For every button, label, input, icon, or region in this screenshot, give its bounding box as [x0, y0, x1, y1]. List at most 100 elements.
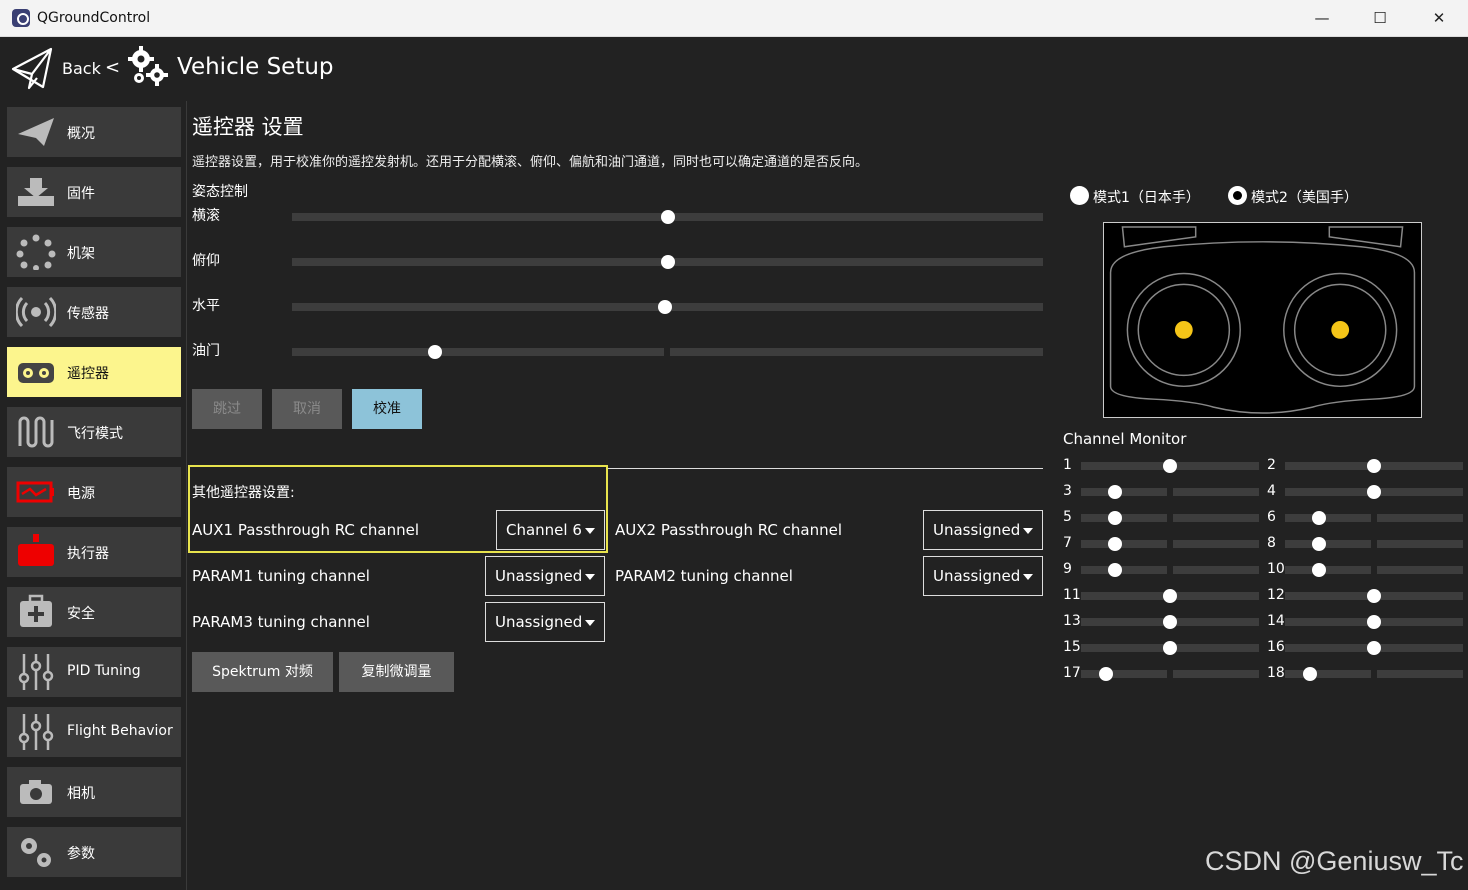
channel-row: 3 — [1063, 483, 1263, 500]
channel-track — [1081, 462, 1167, 470]
param1-label: PARAM1 tuning channel — [192, 567, 370, 585]
channel-track — [1377, 644, 1463, 652]
param3-channel-select[interactable]: Unassigned — [485, 602, 605, 642]
channel-number: 10 — [1267, 561, 1285, 577]
transmitter-graphic — [1103, 222, 1422, 418]
channel-track — [1173, 462, 1259, 470]
radio-circle-icon — [1070, 186, 1089, 205]
sidebar-item-power[interactable]: 电源 — [7, 467, 181, 517]
firmware-download-icon — [18, 178, 54, 206]
channel-row: 2 — [1267, 457, 1467, 474]
channel-number: 14 — [1267, 613, 1285, 629]
pitch-slider — [292, 255, 1043, 269]
channel-track — [1285, 462, 1371, 470]
channel-value-knob — [1367, 641, 1381, 655]
channel-number: 7 — [1063, 535, 1072, 551]
aux1-label: AUX1 Passthrough RC channel — [192, 521, 419, 539]
param3-label: PARAM3 tuning channel — [192, 613, 370, 631]
cancel-button[interactable]: 取消 — [272, 389, 342, 429]
channel-track — [1377, 488, 1463, 496]
sidebar-item-radio[interactable]: 遥控器 — [7, 347, 181, 397]
channel-number: 4 — [1267, 483, 1276, 499]
channel-row: 10 — [1267, 561, 1467, 578]
channel-track — [1081, 644, 1167, 652]
sidebar-item-pid-tuning[interactable]: PID Tuning — [7, 647, 181, 697]
channel-number: 6 — [1267, 509, 1276, 525]
skip-button[interactable]: 跳过 — [192, 389, 262, 429]
calibrate-button[interactable]: 校准 — [352, 389, 422, 429]
chevron-down-icon — [585, 620, 595, 626]
channel-track — [1285, 488, 1371, 496]
flight-modes-icon — [18, 416, 54, 448]
channel-row: 17 — [1063, 665, 1263, 682]
sidebar-item-flight-modes[interactable]: 飞行模式 — [7, 407, 181, 457]
paper-plane-logo-icon[interactable] — [10, 45, 54, 91]
channel-number: 17 — [1063, 665, 1081, 681]
maximize-button[interactable]: ☐ — [1357, 4, 1403, 32]
channel-value-knob — [1107, 511, 1122, 525]
spektrum-bind-button[interactable]: Spektrum 对频 — [192, 652, 333, 692]
param2-channel-select[interactable]: Unassigned — [923, 556, 1043, 596]
pitch-row: 俯仰 — [192, 250, 1043, 270]
throttle-label: 油门 — [192, 343, 220, 359]
channel-track — [1285, 592, 1371, 600]
sidebar-item-label: 相机 — [67, 786, 95, 802]
channel-row: 1 — [1063, 457, 1263, 474]
sidebar-item-label: 遥控器 — [67, 366, 109, 382]
sidebar-item-camera[interactable]: 相机 — [7, 767, 181, 817]
radio-circle-icon — [1228, 186, 1247, 205]
throttle-row: 油门 — [192, 340, 1043, 360]
channel-number: 16 — [1267, 639, 1285, 655]
sidebar-item-actuators[interactable]: 执行器 — [7, 527, 181, 577]
channel-track — [1173, 514, 1259, 522]
aux2-channel-select[interactable]: Unassigned — [923, 510, 1043, 550]
channel-row: 14 — [1267, 613, 1467, 630]
channel-track — [1081, 540, 1167, 548]
tuning-sliders-icon — [18, 714, 54, 750]
channel-track — [1081, 618, 1167, 626]
channel-track — [1173, 670, 1259, 678]
window-title-bar: QGroundControl — ☐ ✕ — [0, 0, 1468, 37]
param1-channel-select[interactable]: Unassigned — [485, 556, 605, 596]
right-stick-indicator — [1331, 320, 1350, 339]
sidebar-item-summary[interactable]: 概况 — [7, 107, 181, 157]
camera-icon — [20, 780, 52, 804]
channel-track — [1377, 514, 1463, 522]
pitch-label: 俯仰 — [192, 253, 220, 269]
channel-number: 2 — [1267, 457, 1276, 473]
channel-value-knob — [1163, 615, 1177, 629]
channel-value-knob — [1311, 537, 1326, 551]
back-button[interactable]: Back — [62, 59, 101, 78]
channel-value-knob — [1163, 589, 1177, 603]
channel-monitor-title: Channel Monitor — [1063, 430, 1187, 448]
sidebar-item-airframe[interactable]: 机架 — [7, 227, 181, 277]
yaw-row: 水平 — [192, 295, 1043, 315]
channel-track — [1377, 462, 1463, 470]
qgc-app-icon — [12, 9, 30, 27]
minimize-button[interactable]: — — [1299, 4, 1345, 32]
right-panel: 模式1（日本手） 模式2（美国手） Channel Monitor 123456… — [1060, 170, 1468, 890]
aux1-channel-select[interactable]: Channel 6 — [496, 510, 605, 550]
sidebar-item-label: 固件 — [67, 186, 95, 202]
channel-row: 18 — [1267, 665, 1467, 682]
sidebar-item-sensors[interactable]: 传感器 — [7, 287, 181, 337]
sidebar-item-safety[interactable]: 安全 — [7, 587, 181, 637]
channel-track — [1285, 514, 1371, 522]
channel-value-knob — [1163, 641, 1177, 655]
channel-number: 5 — [1063, 509, 1072, 525]
channel-row: 9 — [1063, 561, 1263, 578]
radio-setup-panel: 遥控器 设置 遥控器设置，用于校准你的遥控发射机。还用于分配横滚、俯仰、偏航和油… — [187, 101, 1067, 890]
channel-row: 13 — [1063, 613, 1263, 630]
yaw-slider — [292, 300, 1043, 314]
sidebar-item-flight-behavior[interactable]: Flight Behavior — [7, 707, 181, 757]
channel-number: 13 — [1063, 613, 1081, 629]
sidebar-item-label: 传感器 — [67, 306, 109, 322]
sidebar-item-firmware[interactable]: 固件 — [7, 167, 181, 217]
sidebar-item-label: PID Tuning — [67, 663, 141, 679]
copy-trims-button[interactable]: 复制微调量 — [339, 652, 454, 692]
close-button[interactable]: ✕ — [1416, 4, 1462, 32]
channel-row: 11 — [1063, 587, 1263, 604]
channel-value-knob — [1107, 563, 1122, 577]
sidebar-item-parameters[interactable]: 参数 — [7, 827, 181, 877]
param2-label: PARAM2 tuning channel — [615, 567, 793, 585]
